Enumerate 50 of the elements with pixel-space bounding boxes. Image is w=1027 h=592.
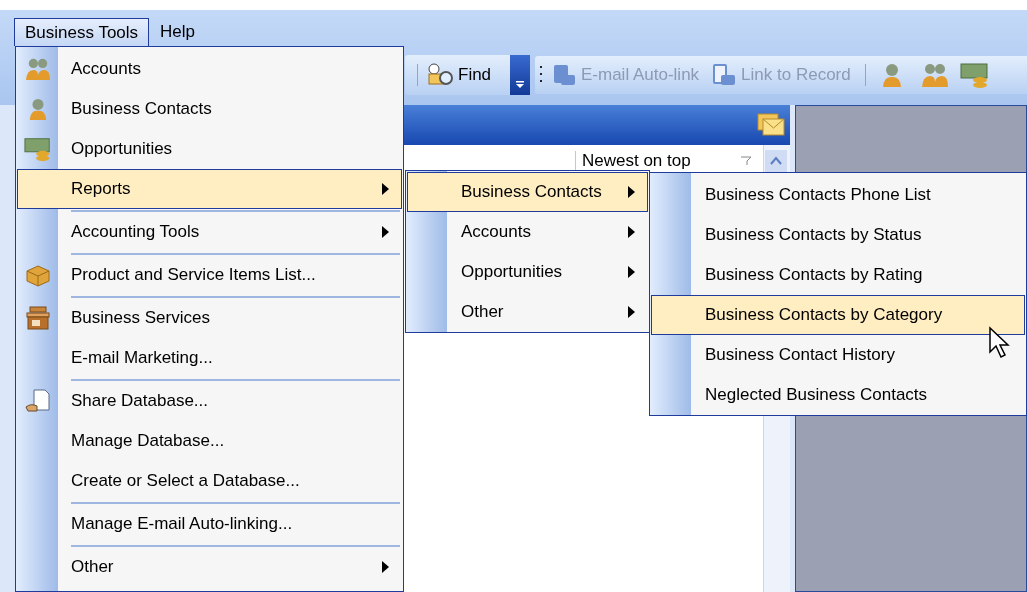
menu-item[interactable]: Accounting Tools [17,209,402,252]
menu-item[interactable]: Other [17,544,402,587]
submenu-arrow-icon [628,266,635,278]
submenu-arrow-icon [382,561,389,573]
submenu-arrow-icon [628,186,635,198]
menu-item[interactable]: Business Contact History [651,335,1025,375]
menu-item[interactable]: Business Contacts [407,172,648,212]
record-icon [711,63,738,87]
link-icon [551,63,577,87]
submenu-arrow-icon [382,183,389,195]
menu-item[interactable]: Business Contacts by Category [651,295,1025,335]
menu-item[interactable]: Opportunities [407,252,648,292]
submenu-arrow-icon [382,226,389,238]
submenu-arrow-icon [628,226,635,238]
menu-item[interactable]: Neglected Business Contacts [651,375,1025,415]
mouse-cursor-icon [988,326,1012,360]
menu-item[interactable]: Opportunities [17,129,402,169]
sort-header[interactable]: Newest on top [582,148,691,174]
menu-item[interactable]: E-mail Marketing... [17,338,402,378]
mail-folder-icon[interactable] [757,112,785,136]
menu-item[interactable]: Other [407,292,648,332]
caret-icon [515,81,525,89]
find-icon [426,62,456,88]
filter-icon[interactable] [740,156,752,166]
menu-item[interactable]: Manage Database... [17,421,402,461]
menu-item[interactable]: Product and Service Items List... [17,252,402,295]
menu-bar-item[interactable]: Business Tools [14,18,150,46]
menu-bar-item[interactable]: Help [149,18,207,46]
menu-item[interactable]: Accounts [17,49,402,89]
menu-item[interactable]: Business Contacts by Status [651,215,1025,255]
menu-item[interactable]: Business Services [17,295,402,338]
accounts-icon [24,57,52,81]
scroll-up-icon[interactable] [765,150,787,172]
submenu-arrow-icon [628,306,635,318]
accounts-icon[interactable] [919,62,950,88]
menu-item[interactable]: Create or Select a Database... [17,461,402,501]
menu-item[interactable]: Share Database... [17,378,402,421]
share-icon [25,388,51,414]
menu-item[interactable]: Manage E-mail Auto-linking... [17,501,402,544]
money-icon [24,135,52,163]
menu-item[interactable]: Accounts [407,212,648,252]
store-icon [25,305,51,331]
menu-item[interactable]: Business Contacts [17,89,402,129]
contact-icon [27,96,49,122]
menu-item[interactable]: Business Contacts Phone List [651,175,1025,215]
toolbar-dropdown-button[interactable] [510,55,530,95]
box-icon [25,263,51,287]
money-icon[interactable] [959,61,990,89]
menu-item[interactable]: Reports [17,169,402,209]
menu-item[interactable]: Business Contacts by Rating [651,255,1025,295]
